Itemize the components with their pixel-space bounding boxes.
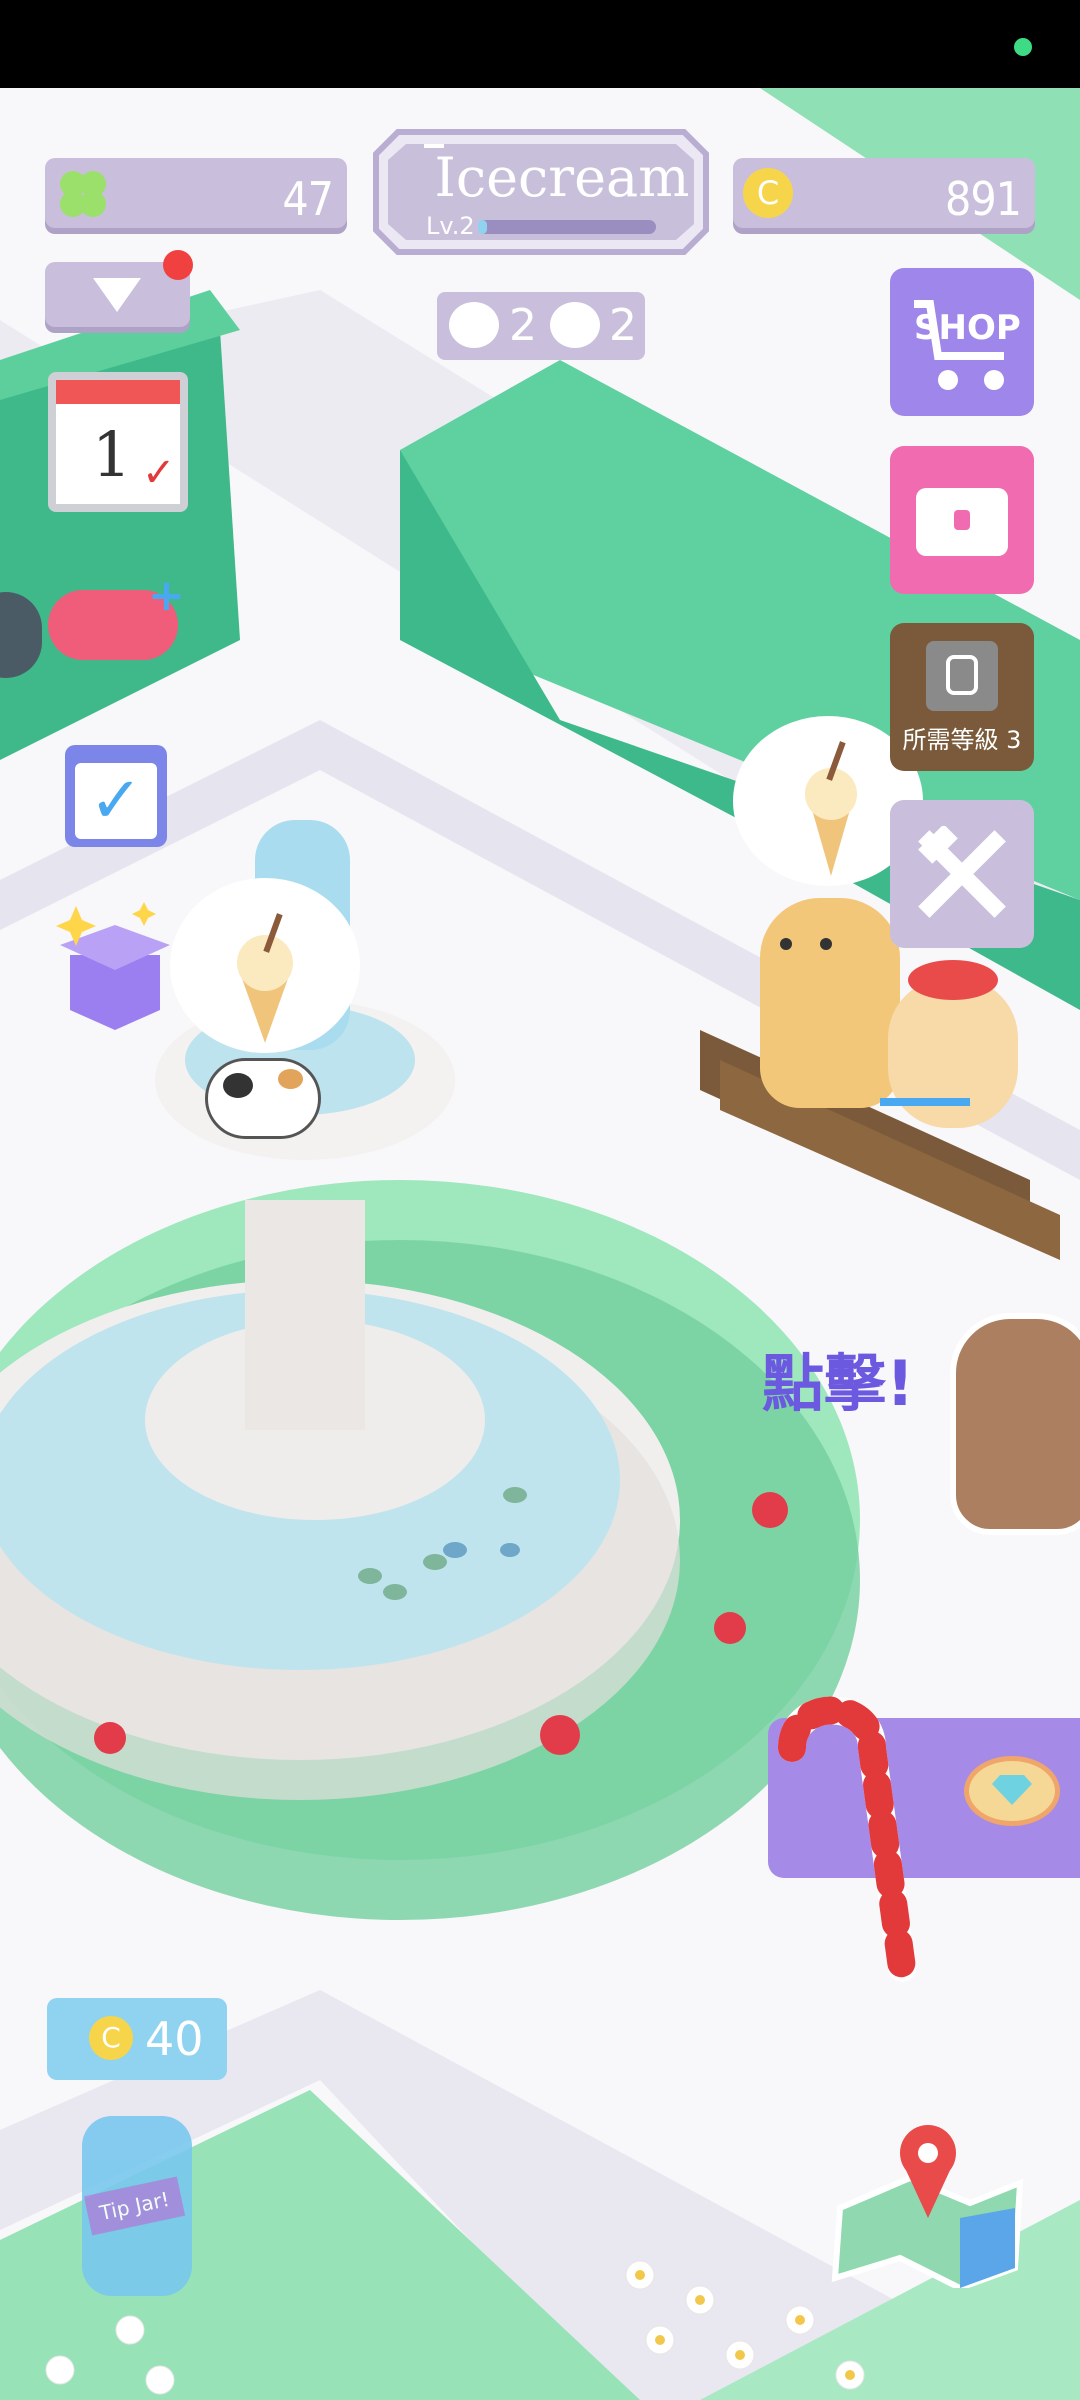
map-button[interactable] <box>820 2108 1030 2292</box>
cat-patch <box>223 1073 253 1098</box>
daily-calendar-button[interactable]: 1 ✓ <box>48 372 188 512</box>
mystery-box-button[interactable] <box>50 900 180 1035</box>
candy-cane-icon[interactable] <box>752 1688 932 1988</box>
clover-count: 47 <box>282 172 334 226</box>
coin-icon: C <box>89 2016 133 2060</box>
checkmark-icon <box>880 1098 970 1146</box>
park-title-plate[interactable]: Icecream Lv.2 <box>372 128 710 256</box>
order-bubble[interactable] <box>170 878 360 1053</box>
minigame-button[interactable]: + <box>48 570 188 665</box>
menu-dropdown-button[interactable] <box>45 250 193 327</box>
cat-count: 2 <box>609 300 637 351</box>
check-mark-icon: ✓ <box>142 450 176 496</box>
level-progress-fill <box>478 220 487 234</box>
chest-lock <box>954 510 970 530</box>
chevron-down-icon <box>93 278 141 312</box>
level-label: Lv.2 <box>426 212 475 240</box>
coin-count: 891 <box>945 172 1022 226</box>
dog-face-icon <box>449 302 499 348</box>
dog-eye <box>820 938 832 950</box>
tip-jar[interactable]: Tip Jar! <box>82 2116 192 2296</box>
hammer-wrench-icon <box>918 826 1006 918</box>
tip-jar-label: Tip Jar! <box>83 2176 186 2236</box>
shopping-cart-icon <box>914 300 1004 390</box>
cat-face-icon <box>550 302 600 348</box>
calendar-day: 1 <box>92 418 132 491</box>
dog-eye <box>780 938 792 950</box>
checklist-icon: ✓ <box>75 763 157 839</box>
notification-dot <box>163 250 193 280</box>
camera-indicator-dot <box>1014 38 1032 56</box>
dog-count: 2 <box>509 300 537 351</box>
coin-icon: C <box>743 168 793 218</box>
map-icon <box>831 2125 1024 2292</box>
locked-outfit-button[interactable]: 所需等級 3 <box>890 623 1034 771</box>
treasure-chest-icon <box>916 488 1008 556</box>
tasks-checklist-button[interactable]: ✓ <box>65 745 167 847</box>
locked-requirement: 所需等級 3 <box>902 726 1022 754</box>
tip-jar-coin-tag[interactable]: C 40 <box>47 1998 227 2080</box>
shirt-icon <box>926 641 998 711</box>
tip-jar-coins: 40 <box>145 2012 204 2066</box>
tap-prompt: 點擊! <box>762 1347 915 1420</box>
park-title: Icecream <box>434 146 690 209</box>
build-tools-button[interactable] <box>890 800 1034 948</box>
tutorial-hand-pointer <box>950 1313 1080 1535</box>
coin-counter[interactable]: C 891 <box>733 158 1035 228</box>
calendar-header <box>56 380 180 404</box>
cat-patch-orange <box>278 1069 303 1089</box>
gift-box-icon <box>56 902 170 1030</box>
calico-cat[interactable] <box>205 1058 321 1139</box>
level-progress-bar <box>478 220 656 234</box>
title-dash <box>424 144 444 148</box>
plus-icon: + <box>148 570 185 621</box>
pet-count-panel[interactable]: 2 2 <box>437 292 645 360</box>
diamond-icon <box>964 1756 1060 1826</box>
lock-icon <box>946 655 978 695</box>
shop-button[interactable]: SHOP <box>890 268 1034 416</box>
ice-cream-cone-icon <box>237 913 293 1043</box>
clover-icon <box>60 171 106 217</box>
treasure-chest-button[interactable] <box>890 446 1034 594</box>
golden-dog[interactable] <box>760 898 900 1108</box>
red-beret <box>908 960 998 1000</box>
clover-counter[interactable]: 47 <box>45 158 347 228</box>
status-bar <box>0 0 1080 88</box>
